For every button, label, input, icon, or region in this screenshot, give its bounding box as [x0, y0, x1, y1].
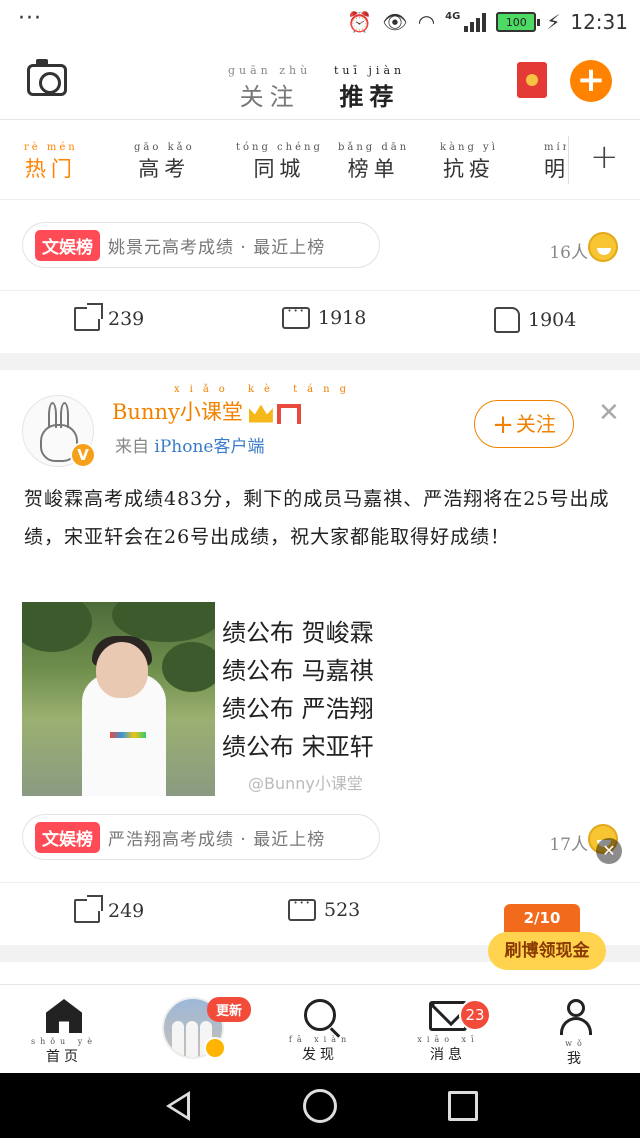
screen: ··· ⏰ 👁 ◠ 4G 100 ⚡ 12:31 guān zhù 关注 tuī…: [0, 0, 640, 1138]
member-icon: [276, 403, 301, 424]
divider: [568, 136, 569, 184]
nav-discover[interactable]: fā xiàn 发现: [280, 999, 360, 1064]
clock: 12:31: [570, 10, 628, 34]
repost-icon: [74, 303, 103, 331]
repost-button[interactable]: 249: [74, 895, 144, 923]
image-caption[interactable]: 绩公布 贺峻霖 绩公布 马嘉祺 绩公布 严浩翔 绩公布 宋亚轩: [222, 614, 374, 766]
topic-pill[interactable]: 文娱榜 严浩翔高考成绩 · 最近上榜: [22, 814, 380, 860]
watermark: @Bunny小课堂: [248, 774, 363, 793]
channel-star[interactable]: míng 明: [544, 142, 566, 183]
red-packet-icon[interactable]: [517, 62, 547, 98]
bottom-nav: shǒu yè 首页 更新 fā xiàn 发现 xiāo xī 消息 23 w…: [0, 984, 640, 1073]
comment-icon: [282, 301, 310, 329]
reward-label: 刷博领现金: [488, 932, 606, 970]
verified-badge-icon: V: [70, 442, 96, 468]
topic-tag: 文娱榜: [35, 229, 100, 261]
diamond-icon: [204, 1037, 226, 1059]
status-bar: ··· ⏰ 👁 ◠ 4G 100 ⚡ 12:31: [0, 0, 640, 44]
back-icon[interactable]: [166, 1091, 190, 1121]
topic-text: 姚景元高考成绩 · 最近上榜: [108, 237, 326, 258]
close-ad-icon[interactable]: ✕: [596, 838, 622, 864]
crown-icon: [248, 404, 273, 423]
nav-me[interactable]: wǒ 我: [536, 999, 616, 1068]
comment-button[interactable]: 1918: [282, 301, 366, 329]
topic-pill[interactable]: 文娱榜 姚景元高考成绩 · 最近上榜: [22, 222, 380, 268]
search-icon: [304, 999, 336, 1031]
reader-count: 16人: [549, 243, 588, 263]
charging-icon: ⚡: [546, 10, 561, 34]
eye-icon: 👁: [382, 10, 408, 34]
topic-text: 严浩翔高考成绩 · 最近上榜: [108, 829, 326, 850]
battery-icon: 100: [496, 12, 541, 32]
channel-local[interactable]: tóng chéng 同城: [236, 142, 323, 183]
system-nav-bar: [0, 1073, 640, 1138]
channel-tabs: rè mén 热门 gāo kǎo 高考 tóng chéng 同城 bǎng …: [0, 120, 640, 200]
top-header: guān zhù 关注 tuī jiàn 推荐 +: [0, 44, 640, 120]
notification-dots: ···: [18, 5, 42, 31]
channel-antiepidemic[interactable]: kàng yì 抗疫: [440, 142, 498, 183]
home-icon: [46, 999, 82, 1033]
channel-gaokao[interactable]: gāo kǎo 高考: [134, 142, 195, 183]
comment-icon: [288, 893, 316, 921]
channel-rankings[interactable]: bǎng dān 榜单: [338, 142, 409, 183]
repost-icon: [74, 895, 103, 923]
wifi-icon: ◠: [417, 10, 436, 34]
post-card: V xiǎo kè táng Bunny小课堂 来自 iPhone客户端 + 关注…: [0, 370, 640, 945]
home-circle-icon[interactable]: [303, 1089, 337, 1123]
post-text: 贺峻霖高考成绩483分，剩下的成员马嘉祺、严浩翔将在25号出成绩，宋亚轩会在26…: [24, 488, 610, 548]
repost-button[interactable]: 239: [74, 303, 144, 331]
reader-count: 17人: [549, 835, 588, 855]
topic-tag: 文娱榜: [35, 821, 100, 853]
post-source: 来自 iPhone客户端: [115, 437, 265, 457]
post-image[interactable]: [22, 602, 215, 796]
network-type: 4G: [445, 10, 461, 22]
channel-hot[interactable]: rè mén 热门: [24, 142, 78, 183]
tab-following[interactable]: guān zhù 关注: [228, 64, 311, 112]
comment-button[interactable]: 523: [288, 893, 360, 921]
post-card: 文娱榜 姚景元高考成绩 · 最近上榜 16人 239 1918 1904: [0, 200, 640, 353]
username[interactable]: xiǎo kè táng Bunny小课堂: [112, 384, 346, 426]
thumbs-up-icon: [494, 307, 520, 333]
action-bar: 239 1918 1904: [0, 290, 640, 352]
cash-reward-widget[interactable]: 2/10 刷博领现金: [488, 904, 606, 970]
profile-icon: [559, 999, 593, 1035]
camera-icon[interactable]: [27, 59, 67, 96]
message-count-badge: 23: [459, 999, 491, 1031]
reward-progress: 2/10: [504, 904, 580, 932]
recent-apps-icon[interactable]: [448, 1091, 478, 1121]
tab-recommended[interactable]: tuī jiàn 推荐: [334, 64, 406, 112]
like-button[interactable]: 1904: [494, 307, 576, 333]
dismiss-post-icon[interactable]: ✕: [598, 400, 620, 426]
update-badge: 更新: [207, 997, 252, 1022]
compose-button[interactable]: +: [570, 60, 612, 102]
nav-home[interactable]: shǒu yè 首页: [24, 999, 104, 1066]
alarm-icon: ⏰: [347, 10, 373, 34]
follow-button[interactable]: + 关注: [474, 400, 574, 448]
signal-icon: [464, 12, 487, 32]
add-channel-button[interactable]: +: [590, 140, 619, 174]
smiley-icon: [588, 232, 618, 262]
